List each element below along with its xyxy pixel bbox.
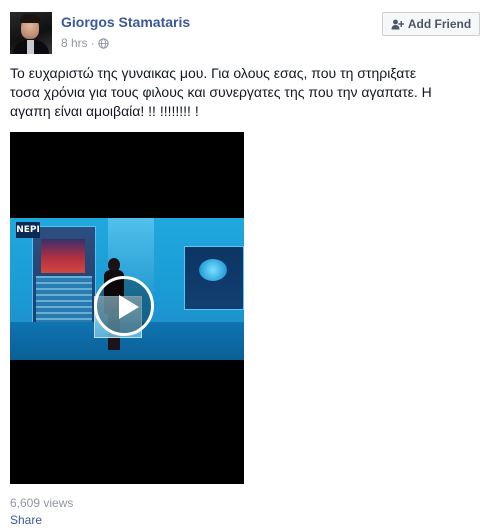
- avatar-shirt: [27, 40, 34, 54]
- post-text: Το ευχαριστώ της γυναικας μου. Για ολους…: [10, 64, 482, 121]
- post-meta: 8 hrs ·: [61, 36, 109, 50]
- add-friend-icon: [391, 19, 405, 30]
- post-text-line: αγαπη είναι αμοιβαία! !! !!!!!!!! !: [10, 103, 199, 119]
- avatar-hair: [20, 14, 40, 23]
- studio-screen: [41, 239, 85, 273]
- add-friend-label: Add Friend: [407, 17, 472, 31]
- facebook-post: Giorgos Stamataris 8 hrs · Add Friend Το…: [0, 0, 490, 531]
- play-button[interactable]: [94, 276, 154, 336]
- avatar[interactable]: [10, 12, 52, 54]
- meta-separator: ·: [90, 36, 95, 50]
- post-time[interactable]: 8 hrs: [61, 36, 88, 50]
- post-text-line: τοσα χρόνια για τους φιλους και συνεργατ…: [10, 84, 432, 100]
- play-icon: [119, 295, 139, 319]
- view-count: 6,609 views: [10, 496, 74, 510]
- studio-wall-right: [184, 246, 244, 310]
- studio-stripes: [36, 276, 92, 326]
- add-friend-button[interactable]: Add Friend: [382, 12, 480, 36]
- globe-icon[interactable]: [97, 37, 109, 49]
- channel-logo: ΝΕΡΙ: [16, 222, 40, 238]
- share-link[interactable]: Share: [10, 513, 42, 527]
- author-name-link[interactable]: Giorgos Stamataris: [61, 14, 190, 30]
- post-text-line: Το ευχαριστώ της γυναικας μου. Για ολους…: [10, 65, 417, 81]
- video-player[interactable]: ΝΕΡΙ: [10, 132, 244, 484]
- studio-graphic: [199, 259, 227, 281]
